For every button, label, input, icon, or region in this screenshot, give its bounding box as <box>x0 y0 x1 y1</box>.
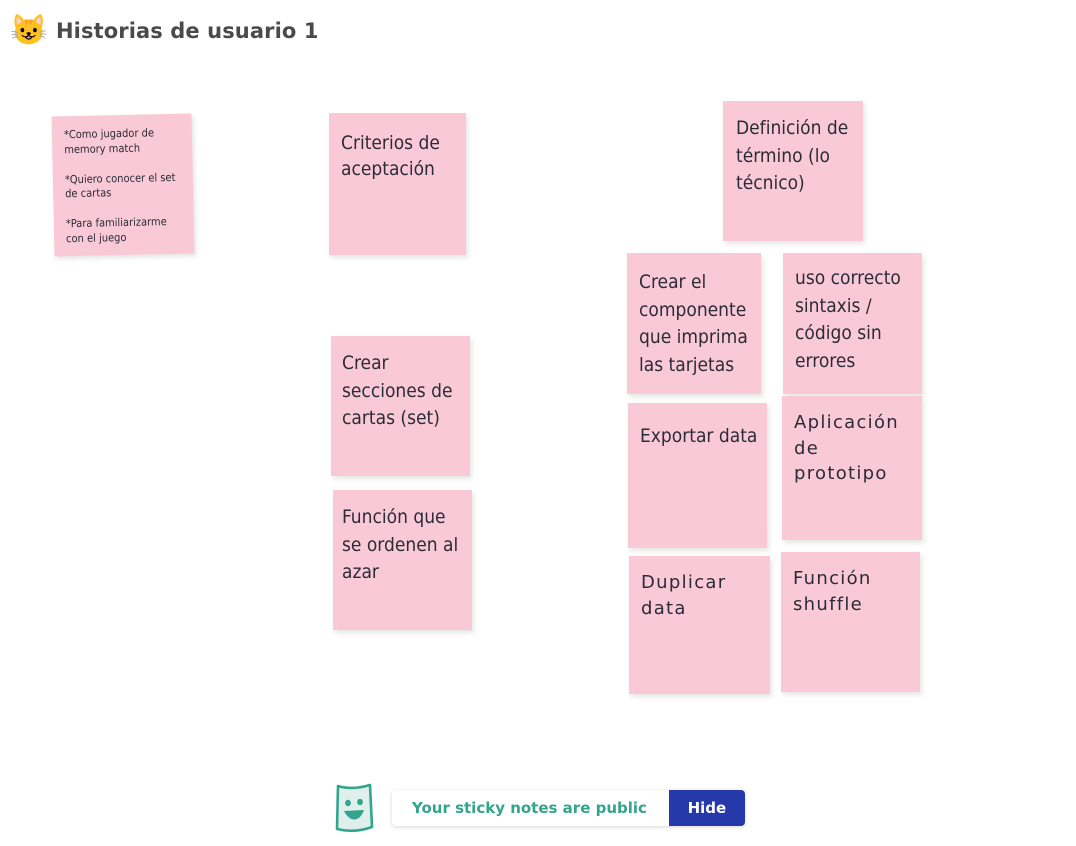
sticky-note-user-story[interactable]: *Como jugador de memory match *Quiero co… <box>51 113 195 257</box>
sticky-note-uso-correcto-sintaxis[interactable]: uso correcto sintaxis / código sin error… <box>783 253 922 394</box>
hide-button[interactable]: Hide <box>668 790 745 826</box>
public-notice-pill: Your sticky notes are public Hide <box>392 790 745 826</box>
sticky-note-duplicar-data[interactable]: Duplicar data <box>629 556 770 694</box>
sticky-note-exportar-data[interactable]: Exportar data <box>628 403 767 548</box>
sticky-note-criterios-aceptacion[interactable]: Criterios de aceptación <box>329 113 466 255</box>
sticky-note-text: Duplicar data <box>641 572 727 619</box>
sticky-note-text: Función que se ordenen al azar <box>342 506 459 584</box>
sticky-note-text: Exportar data <box>640 425 758 447</box>
sticky-notes-canvas[interactable]: *Como jugador de memory match *Quiero co… <box>0 0 1076 770</box>
sticky-note-text: uso correcto sintaxis / código sin error… <box>795 267 901 372</box>
sticky-note-text: *Como jugador de memory match *Quiero co… <box>63 126 176 246</box>
sticky-note-aplicacion-prototipo[interactable]: Aplicación de prototipo <box>782 396 922 540</box>
sticky-note-text: Criterios de aceptación <box>341 132 440 180</box>
sticky-note-crear-componente[interactable]: Crear el componente que imprima las tarj… <box>627 253 761 394</box>
sticky-note-text: Aplicación de prototipo <box>794 412 899 485</box>
sticky-note-funcion-shuffle[interactable]: Función shuffle <box>781 552 920 692</box>
sticky-note-text: Crear secciones de cartas (set) <box>342 352 453 430</box>
sticky-note-smiley-icon <box>335 783 374 833</box>
sticky-note-text: Crear el componente que imprima las tarj… <box>639 271 748 376</box>
sticky-note-funcion-azar[interactable]: Función que se ordenen al azar <box>333 490 472 630</box>
sticky-note-definicion-termino[interactable]: Definición de término (lo técnico) <box>723 101 863 241</box>
sticky-note-text: Función shuffle <box>793 568 872 615</box>
sticky-note-crear-secciones[interactable]: Crear secciones de cartas (set) <box>331 336 470 476</box>
public-notice-banner: Your sticky notes are public Hide <box>332 782 745 834</box>
sticky-note-text: Definición de término (lo técnico) <box>736 117 849 195</box>
public-notice-text: Your sticky notes are public <box>392 790 669 826</box>
